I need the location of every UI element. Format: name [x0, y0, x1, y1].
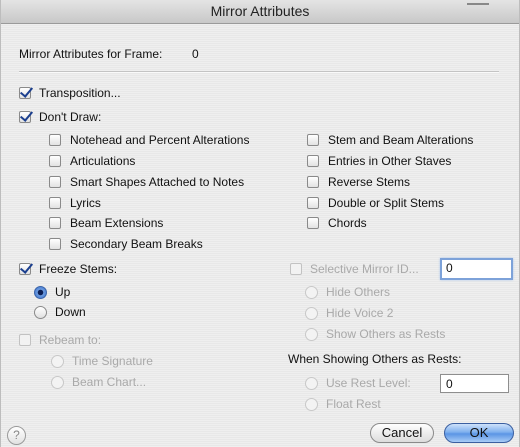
- beam-extensions-checkbox[interactable]: [49, 217, 61, 229]
- double-split-stems-checkbox[interactable]: [307, 197, 319, 209]
- stem-beam-alterations-label: Stem and Beam Alterations: [328, 133, 474, 147]
- articulations-checkbox[interactable]: [49, 155, 61, 167]
- rebeam-label: Rebeam to:: [39, 333, 102, 347]
- reverse-stems-label: Reverse Stems: [328, 175, 411, 189]
- cancel-button[interactable]: Cancel: [370, 423, 434, 443]
- selective-mirror-label: Selective Mirror ID...: [310, 262, 419, 276]
- stems-up-label: Up: [55, 285, 71, 299]
- beam-extensions-label: Beam Extensions: [70, 216, 164, 230]
- selective-mirror-id-field[interactable]: 0: [440, 258, 513, 280]
- transposition-label: Transposition...: [39, 86, 121, 100]
- frame-label: Mirror Attributes for Frame:: [19, 47, 163, 61]
- hide-others-label: Hide Others: [326, 285, 391, 299]
- divider: [19, 71, 499, 73]
- show-others-as-rests-label: Show Others as Rests: [326, 327, 446, 341]
- toolbar-toggle-icon[interactable]: [467, 3, 489, 5]
- ok-button[interactable]: OK: [444, 423, 514, 443]
- dont-draw-label: Don't Draw:: [39, 110, 102, 124]
- freeze-stems-checkbox[interactable]: [19, 263, 31, 275]
- lyrics-checkbox[interactable]: [49, 197, 61, 209]
- hide-voice2-radio[interactable]: [305, 307, 318, 320]
- hide-voice2-label: Hide Voice 2: [326, 306, 394, 320]
- stems-down-label: Down: [55, 305, 86, 319]
- show-others-as-rests-radio[interactable]: [305, 328, 318, 341]
- beam-chart-radio[interactable]: [51, 376, 64, 389]
- smart-shapes-label: Smart Shapes Attached to Notes: [70, 175, 245, 189]
- mirror-attributes-dialog: Mirror Attributes Mirror Attributes for …: [0, 0, 520, 447]
- hide-others-radio[interactable]: [305, 286, 318, 299]
- entries-other-staves-checkbox[interactable]: [307, 155, 319, 167]
- use-rest-level-radio[interactable]: [305, 377, 318, 390]
- frame-value: 0: [192, 47, 199, 61]
- dont-draw-checkbox[interactable]: [19, 111, 31, 123]
- beam-chart-label: Beam Chart...: [72, 375, 147, 389]
- stems-up-radio[interactable]: [34, 286, 47, 299]
- stem-beam-alterations-checkbox[interactable]: [307, 134, 319, 146]
- notehead-alterations-checkbox[interactable]: [49, 134, 61, 146]
- freeze-stems-label: Freeze Stems:: [39, 262, 118, 276]
- lyrics-label: Lyrics: [70, 196, 101, 210]
- chords-checkbox[interactable]: [307, 217, 319, 229]
- double-split-stems-label: Double or Split Stems: [328, 196, 445, 210]
- title-bar: Mirror Attributes: [1, 0, 519, 24]
- stems-down-radio[interactable]: [34, 306, 47, 319]
- rests-heading: When Showing Others as Rests:: [288, 352, 462, 366]
- transposition-checkbox[interactable]: [19, 87, 31, 99]
- notehead-alterations-label: Notehead and Percent Alterations: [70, 133, 250, 147]
- chords-label: Chords: [328, 216, 367, 230]
- rebeam-checkbox[interactable]: [19, 334, 31, 346]
- secondary-beam-breaks-checkbox[interactable]: [49, 238, 61, 250]
- entries-other-staves-label: Entries in Other Staves: [328, 154, 452, 168]
- time-signature-radio[interactable]: [51, 355, 64, 368]
- rest-level-field[interactable]: 0: [440, 374, 509, 393]
- reverse-stems-checkbox[interactable]: [307, 176, 319, 188]
- help-button[interactable]: ?: [7, 426, 26, 445]
- selective-mirror-checkbox[interactable]: [290, 263, 302, 275]
- time-signature-label: Time Signature: [72, 354, 153, 368]
- articulations-label: Articulations: [70, 154, 136, 168]
- use-rest-level-label: Use Rest Level:: [326, 376, 411, 390]
- float-rest-radio[interactable]: [305, 398, 318, 411]
- secondary-beam-breaks-label: Secondary Beam Breaks: [70, 237, 203, 251]
- window-title: Mirror Attributes: [210, 3, 310, 19]
- smart-shapes-checkbox[interactable]: [49, 176, 61, 188]
- float-rest-label: Float Rest: [326, 397, 381, 411]
